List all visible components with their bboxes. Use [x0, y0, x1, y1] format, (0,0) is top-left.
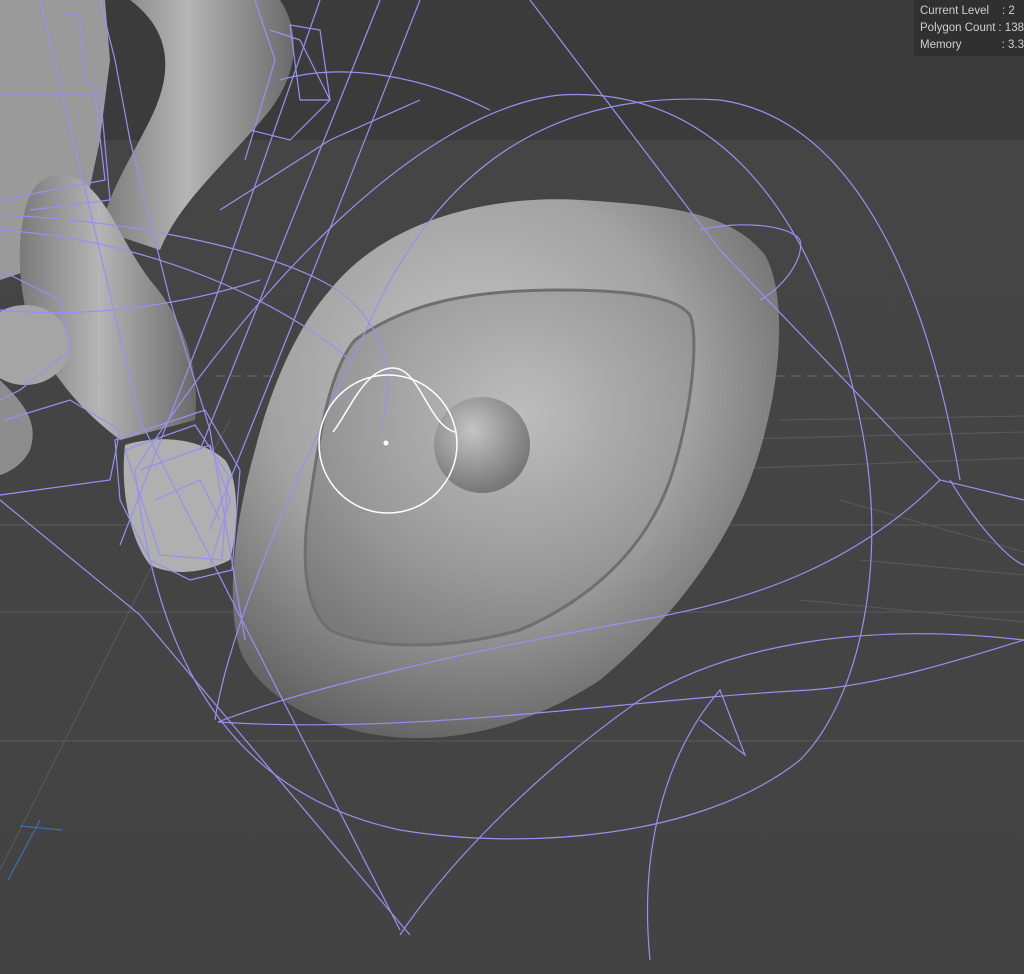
3d-viewport[interactable]: Current Level : 2 Polygon Count : 138 Me…	[0, 0, 1024, 974]
memory-row: Memory : 3.3	[920, 37, 1024, 54]
polygon-count-label: Polygon Count	[920, 22, 996, 34]
memory-value: : 3.3	[1001, 39, 1024, 51]
current-level-label: Current Level	[920, 5, 990, 17]
current-level-row: Current Level : 2	[920, 3, 1024, 20]
polygon-count-row: Polygon Count : 138	[920, 20, 1024, 37]
world-axis-gizmo	[7, 819, 63, 881]
polygon-count-value: : 138	[998, 22, 1024, 34]
brush-center-dot	[383, 440, 389, 446]
eye-socket-mesh[interactable]	[232, 199, 780, 739]
stats-hud: Current Level : 2 Polygon Count : 138 Me…	[914, 0, 1024, 56]
memory-label: Memory	[920, 39, 962, 51]
scene-canvas[interactable]	[0, 0, 1024, 974]
current-level-value: : 2	[1002, 5, 1015, 17]
